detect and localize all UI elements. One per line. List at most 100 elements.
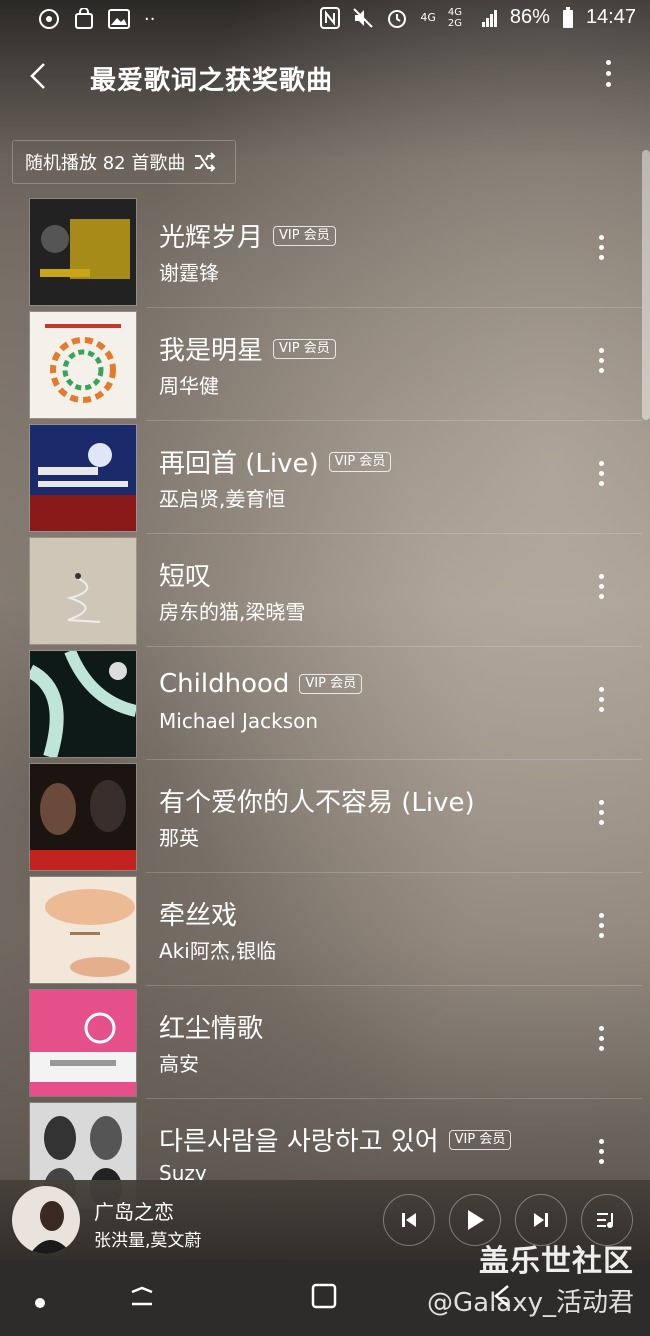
album-cover <box>29 876 137 984</box>
more-vert-icon-dot <box>598 913 604 918</box>
more-vert-icon-dot <box>598 707 604 712</box>
more-vert-icon-dot <box>605 71 611 76</box>
more-vert-icon-dot <box>598 255 604 260</box>
song-title: 牵丝戏 <box>159 901 238 931</box>
more-vert-icon-dot <box>598 800 604 805</box>
more-vert-icon-dot <box>598 1159 604 1164</box>
album-cover <box>29 650 137 758</box>
more-vert-icon-dot <box>598 1046 604 1051</box>
scrollbar[interactable] <box>642 150 650 420</box>
nav-dot-button[interactable] <box>34 1294 46 1313</box>
song-title: Childhood <box>159 669 290 699</box>
battery-percent: 86% <box>509 6 550 28</box>
next-icon <box>534 1213 548 1227</box>
song-more-button[interactable] <box>596 913 606 943</box>
more-options-button[interactable] <box>600 60 616 94</box>
song-title-line: 다른사람을 사랑하고 있어 VIP 会员 <box>159 1121 512 1158</box>
more-notifications-icon: ·· <box>144 8 156 30</box>
song-title: 再回首 (Live) <box>159 449 319 479</box>
more-vert-icon-dot <box>598 481 604 486</box>
song-title-line: Childhood VIP 会员 <box>159 669 363 699</box>
more-vert-icon-dot <box>605 82 611 87</box>
song-list: 光辉岁月 VIP 会员 谢霆锋 我是明星 VIP 会员 周华健 再回首 (Liv… <box>0 195 650 1212</box>
song-title: 다른사람을 사랑하고 있어 <box>159 1127 439 1157</box>
status-bar: ·· 4G 4G 2G 86% 14:47 <box>0 0 650 40</box>
song-row[interactable]: 有个爱你的人不容易 (Live) 那英 <box>0 760 650 873</box>
vip-badge: VIP 会员 <box>299 674 363 694</box>
song-more-button[interactable] <box>596 1139 606 1169</box>
more-vert-icon-dot <box>598 245 604 250</box>
song-more-button[interactable] <box>596 348 606 378</box>
song-artist: Aki阿杰,银临 <box>159 939 277 963</box>
song-more-button[interactable] <box>596 461 606 491</box>
song-title-line: 光辉岁月 VIP 会员 <box>159 217 336 254</box>
watermark-handle: @Galaxy_活动君 <box>426 1288 634 1318</box>
song-row[interactable]: 我是明星 VIP 会员 周华健 <box>0 308 650 421</box>
network-4g2g-label: 4G 2G <box>447 6 463 29</box>
home-icon <box>311 1283 337 1309</box>
song-artist: 周华健 <box>159 374 219 398</box>
song-more-button[interactable] <box>596 1026 606 1056</box>
network-4g-label: 4G <box>420 11 436 24</box>
song-row[interactable]: 光辉岁月 VIP 会员 谢霆锋 <box>0 195 650 308</box>
song-row[interactable]: Childhood VIP 会员 Michael Jackson <box>0 647 650 760</box>
more-vert-icon-dot <box>598 697 604 702</box>
more-vert-icon-dot <box>598 461 604 466</box>
song-title: 有个爱你的人不容易 (Live) <box>159 788 475 818</box>
more-vert-icon-dot <box>598 687 604 692</box>
shuffle-play-button[interactable]: 随机播放 82 首歌曲 <box>12 140 236 184</box>
more-vert-icon-dot <box>598 358 604 363</box>
song-title-line: 短叹 <box>159 556 211 593</box>
back-button[interactable] <box>22 58 58 94</box>
album-cover <box>29 198 137 306</box>
vip-badge: VIP 会员 <box>273 338 336 359</box>
mute-icon <box>353 7 374 28</box>
song-row[interactable]: 牵丝戏 Aki阿杰,银临 <box>0 873 650 986</box>
gallery-icon <box>108 9 130 29</box>
song-title: 短叹 <box>159 562 212 592</box>
album-cover <box>29 424 137 532</box>
recent-apps-icon <box>131 1286 153 1306</box>
page-title: 最爱歌词之获奖歌曲 <box>90 66 334 96</box>
more-vert-icon-dot <box>598 574 604 579</box>
song-artist: 高安 <box>159 1052 199 1076</box>
song-more-button[interactable] <box>596 574 606 604</box>
song-title-line: 红尘情歌 <box>159 1008 263 1045</box>
now-playing-title: 广岛之恋 <box>94 1200 174 1224</box>
more-vert-icon-dot <box>598 1036 604 1041</box>
song-title: 光辉岁月 <box>159 223 264 253</box>
signal-icon <box>481 9 497 27</box>
song-artist: 那英 <box>159 826 199 850</box>
more-vert-icon-dot <box>598 235 604 240</box>
playlist-icon <box>597 1213 613 1228</box>
more-vert-icon-dot <box>598 368 604 373</box>
song-title: 我是明星 <box>159 336 264 366</box>
song-row[interactable]: 短叹 房东的猫,梁晓雪 <box>0 534 650 647</box>
song-artist: 谢霆锋 <box>159 261 219 285</box>
song-more-button[interactable] <box>596 235 606 265</box>
song-more-button[interactable] <box>596 800 606 830</box>
more-vert-icon-dot <box>598 348 604 353</box>
previous-icon <box>402 1213 416 1227</box>
status-right: 4G 4G 2G 86% 14:47 <box>320 6 636 29</box>
more-vert-icon-dot <box>598 810 604 815</box>
now-playing-cover <box>12 1186 80 1254</box>
alarm-icon <box>388 9 407 28</box>
dot-icon <box>35 1298 45 1308</box>
song-row[interactable]: 再回首 (Live) VIP 会员 巫启贤,姜育恒 <box>0 421 650 534</box>
song-title: 红尘情歌 <box>159 1014 264 1044</box>
recent-apps-button[interactable] <box>128 1282 156 1314</box>
back-arrow-icon <box>30 63 45 89</box>
more-vert-icon-dot <box>598 820 604 825</box>
album-cover <box>29 989 137 1097</box>
watermark-title: 盖乐世社区 <box>479 1244 634 1279</box>
home-button[interactable] <box>310 1282 338 1314</box>
more-vert-icon-dot <box>598 1149 604 1154</box>
more-vert-icon-dot <box>598 594 604 599</box>
more-vert-icon-dot <box>605 60 611 65</box>
song-more-button[interactable] <box>596 687 606 717</box>
sync-icon <box>39 9 59 29</box>
vip-badge: VIP 会员 <box>328 451 392 472</box>
song-row[interactable]: 红尘情歌 高安 <box>0 986 650 1099</box>
previous-button[interactable] <box>383 1194 435 1246</box>
